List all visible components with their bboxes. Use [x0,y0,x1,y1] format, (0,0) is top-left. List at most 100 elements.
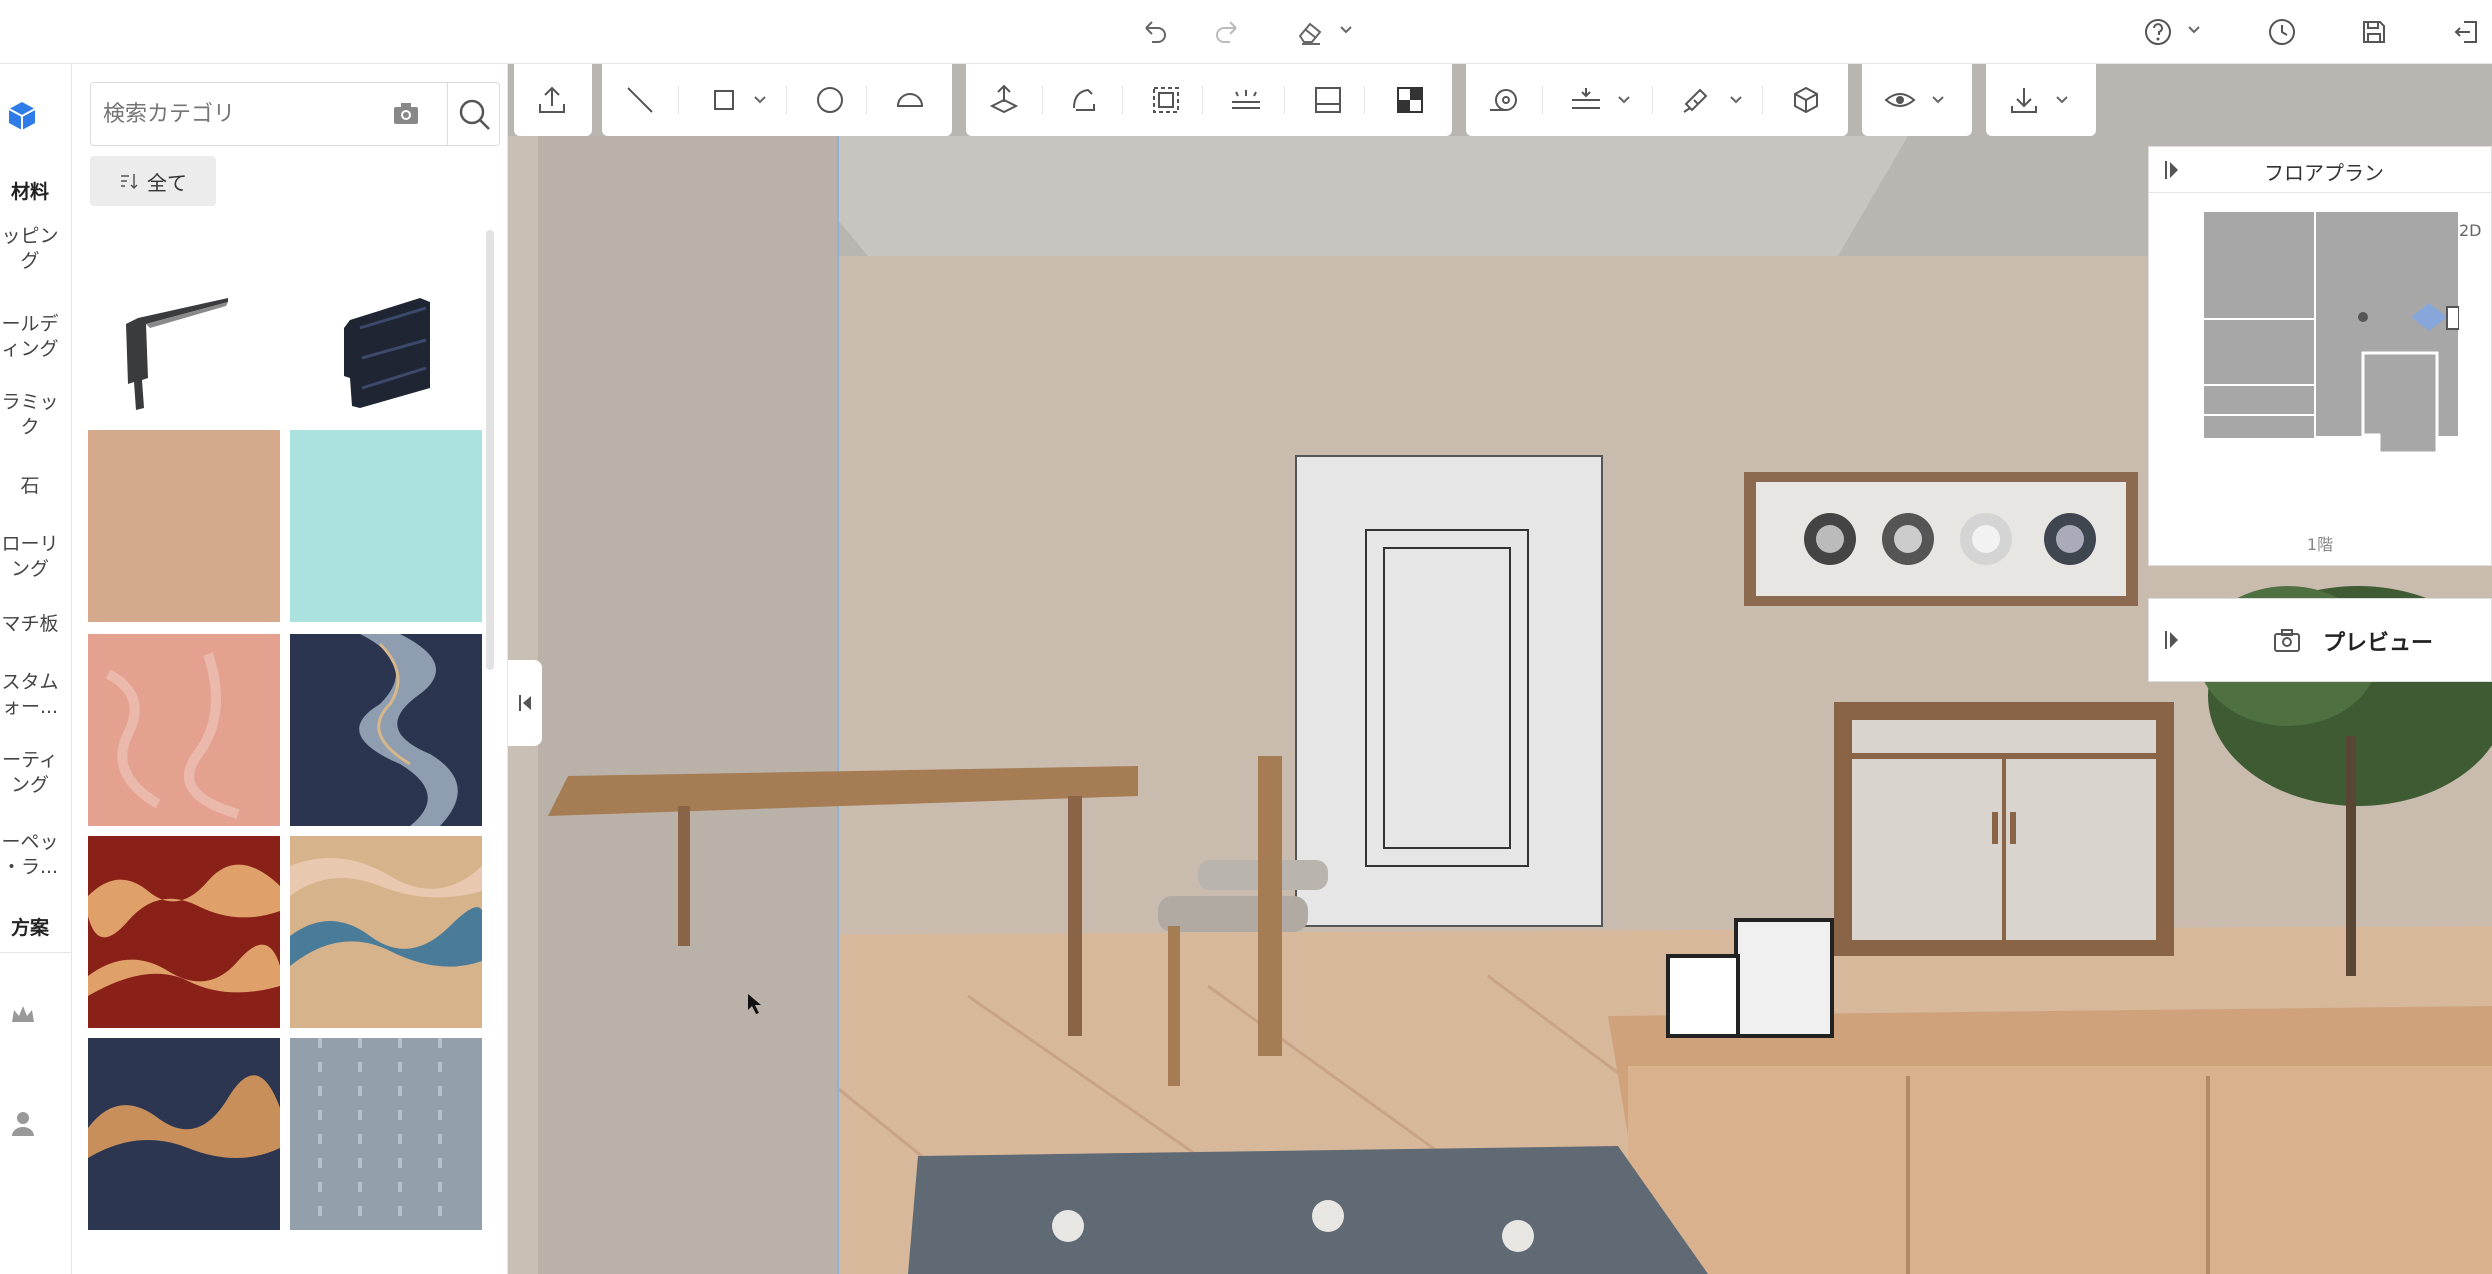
exit-icon[interactable] [2446,12,2486,52]
floor-level-label[interactable]: 1階 [2149,531,2491,555]
preview-panel: プレビュー [2148,598,2492,682]
rectangle-tool-icon[interactable] [706,82,742,118]
rail-item-molding[interactable]: ールデ ィング [0,312,70,362]
rail-item-materials[interactable]: 材料 [0,180,70,205]
crown-icon[interactable] [8,1000,38,1030]
cabinet-icon[interactable] [1310,82,1346,118]
dimension-icon[interactable] [1568,82,1604,118]
circle-tool-icon[interactable] [812,82,848,118]
toolbar-group-draw [602,64,952,136]
toolbar-group-download [1986,64,2096,136]
toolbar-divider [678,86,679,114]
toolbar-group-tools [1466,64,1848,136]
search-divider [447,83,448,145]
help-icon[interactable] [2138,12,2178,52]
chevron-down-icon[interactable] [1930,92,1946,108]
texture-image [105,652,240,819]
floorplan-map[interactable] [2199,207,2459,457]
expand-right-icon[interactable] [2163,159,2183,181]
category-rail: 材料 ッピン グ ールデ ィング ラミッ ク 石 ローリ ング マチ板 スタム … [0,64,72,1274]
layout-icon[interactable] [1392,82,1428,118]
user-icon[interactable] [8,1108,38,1138]
camera-marker-icon [2358,312,2368,322]
toolbar-divider [786,86,787,114]
chevron-down-icon[interactable] [1338,22,1354,38]
material-tile-gray-texture[interactable] [290,1038,482,1230]
toolbar-group-view [1862,64,1972,136]
line-tool-icon[interactable] [622,82,658,118]
toolbar-group-edit [966,64,1452,136]
rail-item-custom[interactable]: スタム ォー... [0,670,70,720]
camera-icon [2446,306,2459,330]
download-icon[interactable] [2006,82,2042,118]
toolbar-divider [1042,86,1043,114]
texture-image [290,858,484,967]
sort-icon [121,174,138,190]
rail-item-ceramic[interactable]: ラミッ ク [0,390,70,440]
select-area-icon[interactable] [1148,82,1184,118]
rotate-tool-icon[interactable] [1066,82,1102,118]
toolbar-divider [866,86,867,114]
undo-icon[interactable] [1134,12,1174,52]
push-pull-icon[interactable] [986,82,1022,118]
toolbar-divider [1762,86,1763,114]
redo-icon[interactable] [1208,12,1248,52]
chevron-down-icon[interactable] [1616,92,1632,108]
chevron-down-icon[interactable] [2054,92,2070,108]
measure-tape-icon[interactable] [1486,82,1522,118]
material-panel: 全て [72,64,508,1274]
toolbar-divider [1284,86,1285,114]
rail-item-carpet[interactable]: ーペッ ・ラ... [0,830,70,880]
material-tile[interactable] [290,258,482,450]
search-input[interactable] [103,97,373,131]
panel-scrollbar[interactable] [486,230,494,670]
floorplan-title: フロアプラン [2264,161,2384,185]
arc-tool-icon[interactable] [892,82,928,118]
texture-image [88,864,280,996]
material-tile-pink[interactable] [88,634,280,826]
rail-item-stone[interactable]: 石 [0,474,70,499]
floorplan-mode-toggle[interactable]: 2D [2459,221,2482,240]
paint-brush-icon[interactable] [1678,82,1714,118]
save-icon[interactable] [2354,12,2394,52]
ceiling-light-icon[interactable] [1228,82,1264,118]
filter-all-button[interactable]: 全て [90,156,216,206]
chevron-down-icon[interactable] [2186,22,2202,38]
rail-divider [0,952,71,953]
texture-image [88,1075,280,1158]
material-tile[interactable] [88,258,280,450]
material-tile-red-landscape[interactable] [88,836,280,1028]
rail-item-coating[interactable]: ーティ ング [0,748,70,798]
rail-item-flooring[interactable]: ローリ ング [0,532,70,582]
material-tile-navy-marble[interactable] [290,634,482,826]
camera-icon[interactable] [2273,627,2301,653]
history-icon[interactable] [2262,12,2302,52]
chevron-down-icon[interactable] [752,92,768,108]
3d-box-icon[interactable] [1788,82,1824,118]
rail-item-plans[interactable]: 方案 [0,916,70,941]
expand-right-icon[interactable] [2163,629,2183,651]
cube-logo-icon[interactable] [4,98,40,134]
toolbar-divider [1364,86,1365,114]
preview-button[interactable]: プレビュー [2323,625,2433,657]
rail-item-wrapping[interactable]: ッピン グ [0,224,70,274]
molding-profile-gray-image [126,298,228,410]
search-box [90,82,500,146]
search-icon[interactable] [455,95,495,135]
texture-image [359,634,458,826]
chevron-down-icon[interactable] [1728,92,1744,108]
collapse-panel-button[interactable] [508,660,542,746]
camera-search-icon[interactable] [391,99,421,129]
filter-label: 全て [147,170,187,195]
material-tile-tan-landscape[interactable] [290,836,484,1028]
rail-item-plank[interactable]: マチ板 [0,612,70,637]
material-tile-aqua[interactable] [290,430,482,622]
floorplan-header: フロアプラン [2149,147,2491,193]
upload-icon[interactable] [534,82,570,118]
toolbar-group-upload [514,64,592,136]
eye-icon[interactable] [1882,82,1918,118]
eraser-icon[interactable] [1290,12,1330,52]
collapse-left-icon [519,695,531,711]
material-tile-beige[interactable] [88,430,280,622]
material-tile-navy-landscape[interactable] [88,1038,280,1230]
